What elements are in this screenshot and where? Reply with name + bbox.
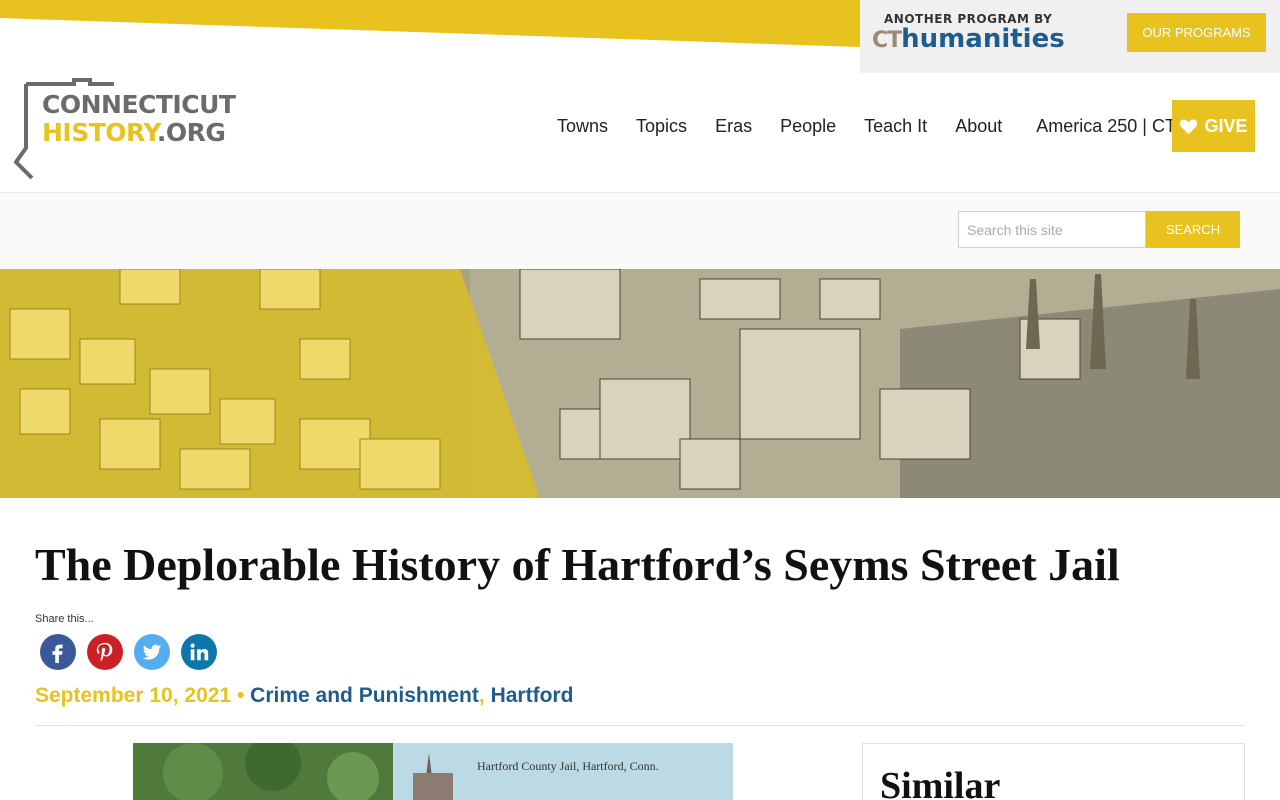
facebook-icon[interactable]	[40, 634, 76, 670]
logo-text-history-org: HISTORY.ORG	[42, 118, 226, 147]
category-link-hartford[interactable]: Hartford	[491, 684, 574, 707]
heart-icon	[1180, 119, 1198, 134]
share-icons	[40, 634, 217, 670]
search-bar: SEARCH	[0, 193, 1280, 269]
give-label: GIVE	[1204, 115, 1248, 136]
ct-humanities-logo-ct: CT	[872, 28, 902, 53]
similar-articles-sidebar: Similar	[862, 743, 1245, 800]
give-button[interactable]: GIVE	[1172, 100, 1255, 152]
article-title: The Deplorable History of Hartford’s Sey…	[35, 539, 1120, 590]
main-nav: Towns Topics Eras People Teach It About …	[543, 110, 1190, 142]
logo-text-connecticut: CONNECTICUT	[42, 90, 236, 119]
meta-divider	[35, 725, 1244, 726]
meta-bullet: •	[236, 684, 245, 707]
nav-item-topics[interactable]: Topics	[622, 116, 701, 137]
pinterest-icon[interactable]	[87, 634, 123, 670]
twitter-icon[interactable]	[134, 634, 170, 670]
top-banner: ANOTHER PROGRAM BY CThumanities OUR PROG…	[0, 0, 1280, 75]
search-button[interactable]: SEARCH	[1146, 211, 1240, 248]
logo-text-history: HISTORY	[42, 118, 157, 147]
article-image-hartford-county-jail-postcard: Hartford County Jail, Hartford, Conn.	[133, 743, 733, 800]
nav-item-teach-it[interactable]: Teach It	[850, 116, 941, 137]
nav-item-towns[interactable]: Towns	[543, 116, 622, 137]
ct-humanities-promo: ANOTHER PROGRAM BY CThumanities OUR PROG…	[860, 0, 1280, 73]
article-date: September 10, 2021	[35, 684, 232, 707]
nav-item-eras[interactable]: Eras	[701, 116, 766, 137]
yellow-stripe-decoration	[0, 0, 860, 47]
logo-text-org: .ORG	[156, 118, 226, 147]
ct-humanities-logo-word: humanities	[901, 24, 1065, 54]
nav-item-people[interactable]: People	[766, 116, 850, 137]
site-logo[interactable]: CONNECTICUT HISTORY.ORG	[14, 78, 236, 180]
nav-item-america-250[interactable]: America 250 | CT	[1022, 116, 1190, 137]
our-programs-button[interactable]: OUR PROGRAMS	[1127, 13, 1266, 52]
similar-heading: Similar	[880, 765, 1001, 800]
ct-humanities-logo[interactable]: CThumanities	[872, 24, 1065, 54]
article-meta: September 10, 2021 • Crime and Punishmen…	[35, 684, 573, 708]
category-link-crime-and-punishment[interactable]: Crime and Punishment	[250, 684, 479, 707]
share-label: Share this...	[35, 613, 94, 625]
nav-item-about[interactable]: About	[941, 116, 1016, 137]
category-separator: ,	[478, 684, 485, 707]
hero-bird-eye-map-illustration	[0, 269, 1280, 498]
postcard-caption: Hartford County Jail, Hartford, Conn.	[477, 759, 659, 773]
hero-banner-image	[0, 269, 1280, 498]
linkedin-icon[interactable]	[181, 634, 217, 670]
search-input[interactable]	[958, 211, 1146, 248]
